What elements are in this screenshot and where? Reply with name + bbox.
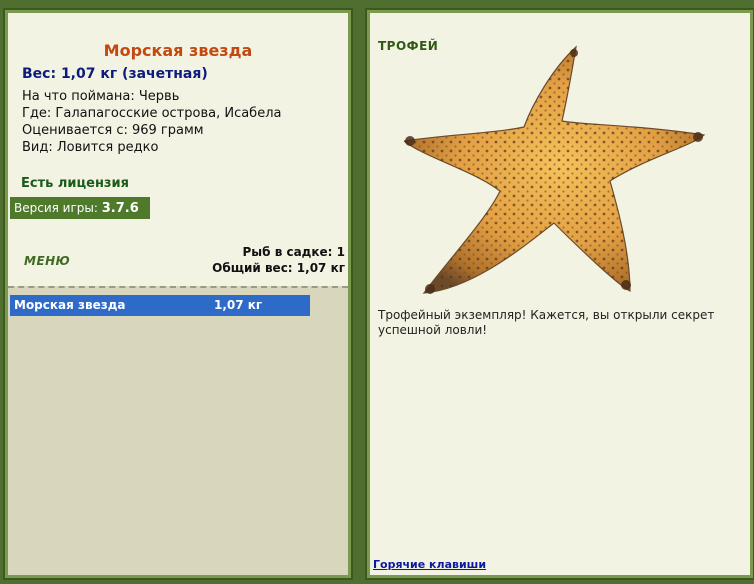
fish-weight: Вес: 1,07 кг (зачетная)	[22, 66, 208, 82]
catch-item-name: Морская звезда	[14, 295, 125, 316]
menu-button[interactable]: МЕНЮ	[24, 254, 70, 268]
catch-list-item[interactable]: Морская звезда 1,07 кг	[10, 295, 310, 316]
fish-name: Морская звезда	[8, 41, 348, 60]
location-info: Где: Галапагосские острова, Исабела	[22, 106, 281, 121]
version-value: 3.7.6	[102, 201, 139, 216]
keepnet-stats: Рыб в садке: 1 Общий вес: 1,07 кг	[212, 244, 345, 276]
trophy-panel: ТРОФЕЙ Трофейный экземпляр! Кажется, вы …	[367, 10, 753, 578]
license-status: Есть лицензия	[21, 176, 129, 191]
total-weight: Общий вес: 1,07 кг	[212, 260, 345, 276]
bait-info: На что поймана: Червь	[22, 89, 179, 104]
species-info: Вид: Ловится редко	[22, 140, 158, 155]
game-version: Версия игры: 3.7.6	[10, 197, 150, 219]
catch-list: Морская звезда 1,07 кг	[8, 286, 348, 575]
version-label: Версия игры:	[14, 201, 98, 215]
catch-item-weight: 1,07 кг	[214, 295, 262, 316]
valued-info: Оценивается с: 969 грамм	[22, 123, 204, 138]
fish-count: Рыб в садке: 1	[212, 244, 345, 260]
trophy-message: Трофейный экземпляр! Кажется, вы открыли…	[378, 308, 738, 338]
catch-info-panel: Морская звезда Вес: 1,07 кг (зачетная) Н…	[5, 10, 351, 578]
starfish-image	[404, 41, 714, 303]
hotkeys-link[interactable]: Горячие клавиши	[373, 558, 486, 571]
